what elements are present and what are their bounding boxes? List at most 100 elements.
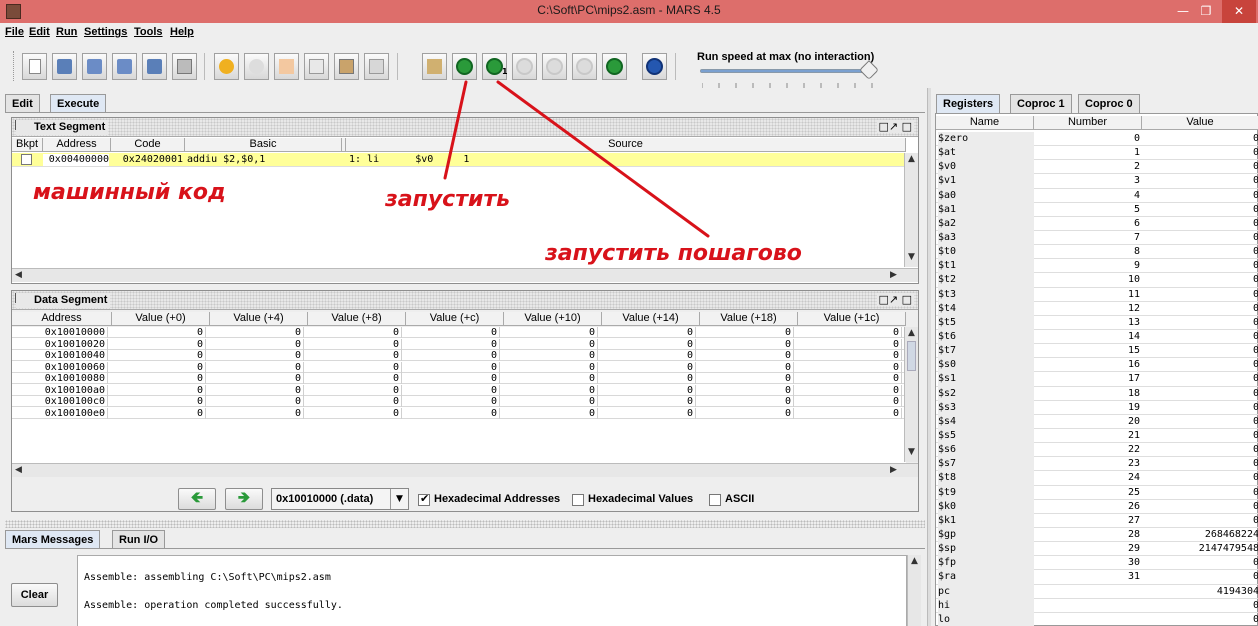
menu-file[interactable]: File	[5, 26, 24, 38]
data-segment-hscroll[interactable]: ◀ ▶	[12, 463, 918, 477]
data-col-header[interactable]: Value (+8)	[308, 312, 406, 326]
text-segment-vscroll[interactable]: ▲ ▼	[904, 153, 918, 267]
data-value-cell[interactable]: 0	[112, 361, 206, 373]
register-value[interactable]: 0	[1144, 245, 1258, 259]
messages-vscroll[interactable]: ▲	[907, 555, 921, 626]
next-page-button[interactable]: 🡺	[225, 488, 263, 510]
register-value[interactable]: 0	[1144, 330, 1258, 344]
menu-settings[interactable]: Settings	[84, 26, 127, 38]
register-value[interactable]: 0	[1144, 486, 1258, 500]
register-value[interactable]: 0	[1144, 415, 1258, 429]
register-value[interactable]: 0	[1144, 401, 1258, 415]
address-select[interactable]: 0x10010000 (.data) ▼	[271, 488, 409, 510]
maximize-icon[interactable]: □↗ □	[876, 120, 914, 133]
col-number[interactable]: Number	[1034, 116, 1142, 130]
col-value[interactable]: Value	[1142, 116, 1258, 130]
cut-button[interactable]	[274, 53, 299, 80]
data-value-cell[interactable]: 0	[210, 361, 304, 373]
new-file-button[interactable]	[22, 53, 47, 80]
data-col-header[interactable]: Value (+c)	[406, 312, 504, 326]
data-value-cell[interactable]: 0	[406, 327, 500, 338]
data-value-cell[interactable]: 0	[798, 384, 902, 396]
undo-button[interactable]	[214, 53, 239, 80]
data-col-header[interactable]: Value (+4)	[210, 312, 308, 326]
splitter[interactable]	[5, 520, 925, 528]
data-value-cell[interactable]: 0	[406, 338, 500, 350]
data-value-cell[interactable]: 0	[210, 338, 304, 350]
data-value-cell[interactable]: 0	[406, 373, 500, 384]
register-value[interactable]: 268468224	[1144, 528, 1258, 542]
menu-help[interactable]: Help	[170, 26, 194, 38]
data-value-cell[interactable]: 0	[504, 327, 598, 338]
register-value[interactable]: 0	[1144, 259, 1258, 273]
tab-run-io[interactable]: Run I/O	[112, 530, 166, 549]
data-value-cell[interactable]: 0	[700, 361, 794, 373]
register-value[interactable]: 0	[1144, 316, 1258, 330]
close-button[interactable]: ✕	[1222, 0, 1256, 23]
data-value-cell[interactable]: 0	[308, 373, 402, 384]
register-value[interactable]: 0	[1144, 372, 1258, 386]
register-value[interactable]: 0	[1144, 160, 1258, 174]
data-value-cell[interactable]: 0	[602, 361, 696, 373]
data-value-cell[interactable]: 0	[798, 338, 902, 350]
data-value-cell[interactable]: 0	[602, 396, 696, 407]
data-value-cell[interactable]: 0	[504, 384, 598, 396]
tab-coproc-0[interactable]: Coproc 0	[1078, 94, 1140, 113]
data-value-cell[interactable]: 0	[700, 384, 794, 396]
data-value-cell[interactable]: 0	[406, 407, 500, 419]
col-bkpt[interactable]: Bkpt	[12, 138, 43, 152]
data-value-cell[interactable]: 0	[602, 327, 696, 338]
data-value-cell[interactable]: 0	[602, 338, 696, 350]
register-value[interactable]: 0	[1144, 570, 1258, 584]
save-button[interactable]	[82, 53, 107, 80]
data-col-header[interactable]: Value (+1c)	[798, 312, 906, 326]
data-value-cell[interactable]: 0	[308, 361, 402, 373]
data-value-cell[interactable]: 0	[798, 396, 902, 407]
redo-button[interactable]	[244, 53, 269, 80]
tab-registers[interactable]: Registers	[936, 94, 1001, 113]
find-replace-button[interactable]	[364, 53, 389, 80]
register-value[interactable]: 0	[1144, 189, 1258, 203]
breakpoint-checkbox[interactable]	[21, 154, 32, 165]
register-value[interactable]: 0	[1144, 500, 1258, 514]
data-value-cell[interactable]: 0	[308, 350, 402, 361]
data-value-cell[interactable]: 0	[504, 373, 598, 384]
data-value-cell[interactable]: 0	[504, 350, 598, 361]
data-value-cell[interactable]: 0	[308, 338, 402, 350]
data-value-cell[interactable]: 0	[504, 407, 598, 419]
backstep-button[interactable]	[512, 53, 537, 80]
data-value-cell[interactable]: 0	[798, 407, 902, 419]
data-value-cell[interactable]: 0	[798, 361, 902, 373]
run-button[interactable]	[452, 53, 477, 80]
data-value-cell[interactable]: 0	[602, 350, 696, 361]
data-value-cell[interactable]: 0	[602, 407, 696, 419]
data-value-cell[interactable]: 0	[210, 396, 304, 407]
minimize-button[interactable]: —	[1172, 0, 1194, 23]
data-value-cell[interactable]: 0	[700, 350, 794, 361]
register-value[interactable]: 0	[1144, 273, 1258, 287]
reset-button[interactable]	[602, 53, 627, 80]
prev-page-button[interactable]: 🡸	[178, 488, 216, 510]
data-col-header[interactable]: Value (+14)	[602, 312, 700, 326]
register-value[interactable]: 0	[1144, 457, 1258, 471]
hex-values-checkbox[interactable]	[572, 494, 584, 506]
dump-memory-button[interactable]	[142, 53, 167, 80]
register-value[interactable]: 0	[1144, 288, 1258, 302]
save-as-button[interactable]	[112, 53, 137, 80]
col-source[interactable]: Source	[346, 138, 906, 152]
data-value-cell[interactable]: 0	[112, 338, 206, 350]
register-value[interactable]: 2147479548	[1144, 542, 1258, 556]
register-value[interactable]: 0	[1144, 613, 1258, 626]
register-value[interactable]: 0	[1144, 387, 1258, 401]
data-value-cell[interactable]: 0	[112, 407, 206, 419]
register-value[interactable]: 0	[1144, 443, 1258, 457]
data-value-cell[interactable]: 0	[700, 338, 794, 350]
data-value-cell[interactable]: 0	[602, 373, 696, 384]
tab-edit[interactable]: Edit	[5, 94, 40, 113]
maximize-icon[interactable]: □↗ □	[876, 293, 914, 306]
register-value[interactable]: 0	[1144, 203, 1258, 217]
data-value-cell[interactable]: 0	[210, 373, 304, 384]
register-value[interactable]: 0	[1144, 471, 1258, 485]
data-value-cell[interactable]: 0	[700, 407, 794, 419]
register-value[interactable]: 4194304	[1144, 585, 1258, 599]
